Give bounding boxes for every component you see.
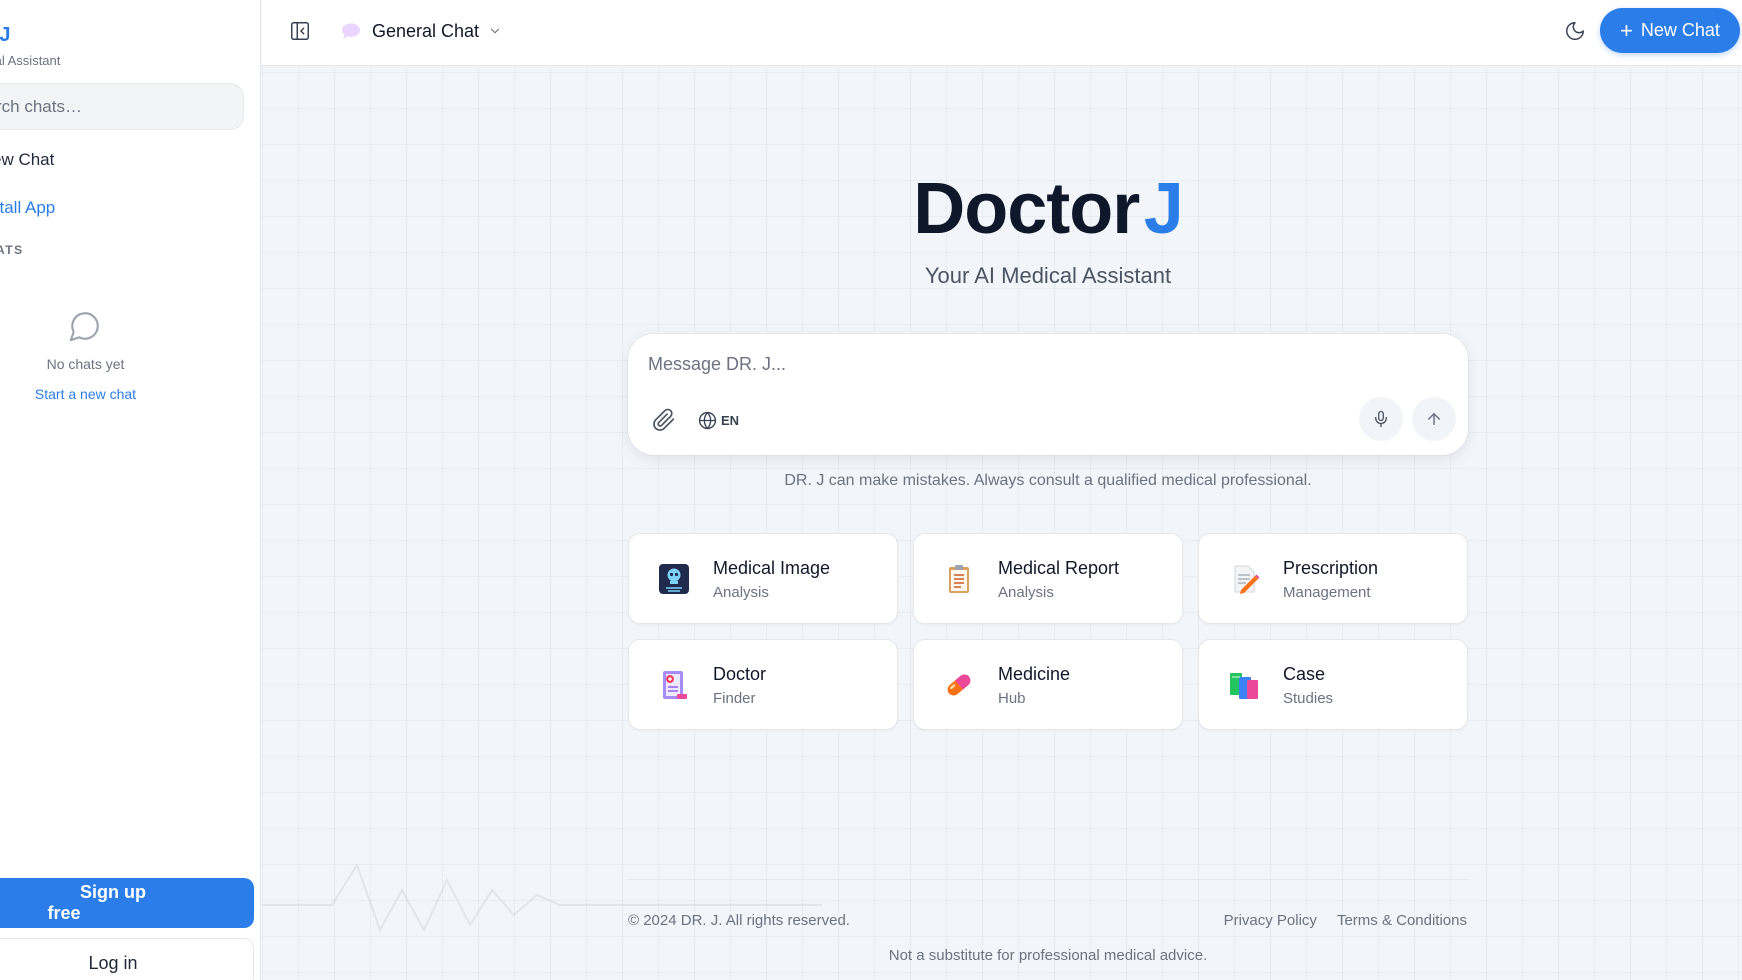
hero-subtitle: Your AI Medical Assistant [924, 263, 1172, 288]
plus-icon: + [1620, 17, 1633, 43]
chat-type-selector[interactable]: General Chat [340, 17, 502, 45]
language-selector[interactable]: EN [698, 408, 739, 432]
chat-bubble-outline-icon [69, 312, 99, 342]
card-medical-image[interactable]: Medical Image Analysis [628, 533, 898, 624]
send-button[interactable] [1412, 397, 1456, 441]
language-code: EN [721, 412, 740, 428]
doctor-finder-icon [663, 671, 687, 699]
pill-icon [947, 674, 971, 696]
card-title: Medical Report [998, 558, 1120, 578]
hero-title: Doctor J [262, 168, 1742, 250]
privacy-policy-link[interactable]: Privacy Policy [1224, 912, 1317, 929]
brand-title: r J [0, 24, 10, 47]
sidebar-install-app-link[interactable]: stall App [0, 198, 55, 218]
chats-section-label: ATS [0, 243, 24, 257]
card-subtitle: Studies [1283, 690, 1334, 707]
chat-bubble-icon [342, 23, 360, 40]
sign-up-button[interactable]: Sign up free [0, 878, 254, 928]
paperclip-icon[interactable] [652, 408, 676, 432]
brand-title-accent: J [0, 24, 11, 46]
card-prescription[interactable]: Prescription Management [1198, 533, 1468, 624]
globe-icon [698, 411, 717, 429]
hero-title-accent: J [1143, 169, 1184, 249]
prescription-icon [1234, 565, 1260, 594]
top-bar: General Chat + New Chat [262, 0, 1742, 66]
new-chat-button[interactable]: + New Chat [1600, 8, 1740, 53]
card-case-studies[interactable]: Case Studies [1198, 639, 1468, 730]
card-title: Medical Image [713, 558, 831, 578]
card-subtitle: Analysis [713, 584, 769, 601]
app-root: r J dical Assistant ew Chat stall App AT… [0, 0, 1742, 980]
card-subtitle: Finder [713, 690, 756, 707]
clipboard-icon [949, 565, 969, 593]
microphone-icon [1375, 410, 1387, 428]
message-composer: EN [628, 334, 1468, 455]
xray-icon [659, 564, 689, 594]
card-medical-report[interactable]: Medical Report Analysis [913, 533, 1183, 624]
new-chat-button-label: New Chat [1640, 20, 1720, 40]
main-area: General Chat + New Chat Doctor J Your AI… [262, 0, 1742, 980]
chevron-down-icon [490, 28, 500, 34]
chat-type-label: General Chat [372, 20, 480, 41]
empty-chats-text: No chats yet [46, 356, 125, 372]
footer-note: Not a substitute for professional medica… [888, 947, 1208, 964]
log-in-button[interactable]: Log in [0, 938, 254, 980]
brand-subtitle: dical Assistant [0, 53, 61, 68]
sidebar-toggle-icon[interactable] [289, 20, 311, 42]
card-title: Case [1283, 664, 1326, 684]
footer-copyright: © 2024 DR. J. All rights reserved. [628, 912, 850, 929]
sidebar-new-chat-link[interactable]: ew Chat [0, 150, 54, 170]
disclaimer-text: DR. J can make mistakes. Always consult … [784, 472, 1312, 489]
card-subtitle: Analysis [998, 584, 1054, 601]
hero-title-main: Doctor [913, 169, 1140, 249]
card-subtitle: Management [1283, 584, 1371, 601]
arrow-up-icon [1428, 413, 1440, 425]
card-title: Doctor [713, 664, 767, 684]
search-chats-input[interactable] [0, 84, 243, 129]
card-title: Prescription [1283, 558, 1379, 578]
card-title: Medicine [998, 664, 1071, 684]
books-icon [1230, 673, 1258, 699]
card-doctor-finder[interactable]: Doctor Finder [628, 639, 898, 730]
footer-divider [628, 879, 1468, 880]
footer-links: Privacy Policy Terms & Conditions [1224, 912, 1467, 929]
microphone-button[interactable] [1359, 397, 1403, 441]
sidebar: r J dical Assistant ew Chat stall App AT… [0, 0, 261, 980]
moon-icon[interactable] [1564, 20, 1586, 42]
card-medicine-hub[interactable]: Medicine Hub [913, 639, 1183, 730]
message-input[interactable] [648, 354, 1428, 384]
search-box [0, 83, 244, 130]
start-new-chat-link[interactable]: Start a new chat [0, 386, 171, 402]
terms-conditions-link[interactable]: Terms & Conditions [1337, 912, 1467, 929]
card-subtitle: Hub [998, 690, 1026, 707]
